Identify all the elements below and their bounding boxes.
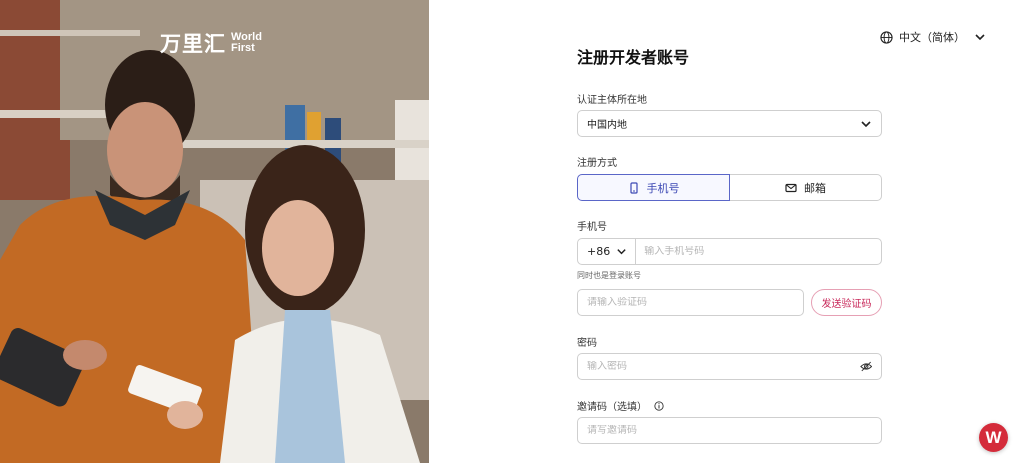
phone-hint: 同时也是登录账号	[577, 271, 641, 280]
invite-label-row: 邀请码（选填）	[577, 398, 664, 413]
method-phone-label: 手机号	[646, 181, 680, 195]
help-chat-button[interactable]: W	[979, 423, 1008, 452]
language-label: 中文（简体）	[899, 31, 965, 44]
page-title: 注册开发者账号	[577, 48, 690, 67]
language-selector[interactable]: 中文（简体）	[880, 29, 986, 45]
phone-input[interactable]	[644, 246, 872, 257]
hero-image: 万里汇 World First	[0, 0, 429, 463]
password-label: 密码	[577, 338, 597, 349]
method-label: 注册方式	[577, 158, 617, 169]
country-code-select[interactable]: +86	[578, 239, 637, 264]
phone-field: +86	[577, 238, 882, 265]
globe-icon	[880, 30, 893, 44]
chevron-down-icon	[975, 34, 985, 41]
region-select[interactable]: 中国内地	[577, 110, 882, 137]
method-phone-button[interactable]: 手机号	[577, 174, 730, 201]
brand-name-en-line2: First	[231, 42, 255, 54]
invite-field	[577, 417, 882, 444]
method-email-button[interactable]: 邮箱	[730, 174, 882, 201]
invite-label: 邀请码（选填）	[577, 402, 647, 413]
region-label: 认证主体所在地	[577, 95, 647, 106]
password-field	[577, 353, 882, 380]
phone-label: 手机号	[577, 222, 607, 233]
chevron-down-icon	[861, 120, 871, 127]
country-code-value: +86	[587, 245, 611, 258]
mail-icon	[785, 183, 797, 192]
code-field	[577, 289, 804, 316]
region-value: 中国内地	[587, 120, 627, 131]
invite-code-input[interactable]	[587, 425, 872, 436]
verification-code-input[interactable]	[587, 297, 794, 308]
brand-name-cn: 万里汇	[160, 32, 226, 56]
info-icon[interactable]	[654, 401, 664, 411]
chevron-down-icon	[617, 249, 626, 255]
phone-icon	[629, 181, 638, 194]
registration-method-toggle: 手机号 邮箱	[577, 174, 882, 201]
method-email-label: 邮箱	[804, 181, 826, 195]
password-input[interactable]	[587, 361, 860, 372]
brand-logo: 万里汇 World First	[160, 28, 262, 58]
registration-form: 注册开发者账号 认证主体所在地 中国内地 注册方式 手机号 邮箱 手机号 +86	[577, 46, 882, 444]
brand-name-en: World First	[231, 32, 262, 54]
send-code-button[interactable]: 发送验证码	[811, 289, 882, 316]
hero-illustration	[0, 0, 429, 463]
eye-off-icon[interactable]	[859, 360, 872, 373]
